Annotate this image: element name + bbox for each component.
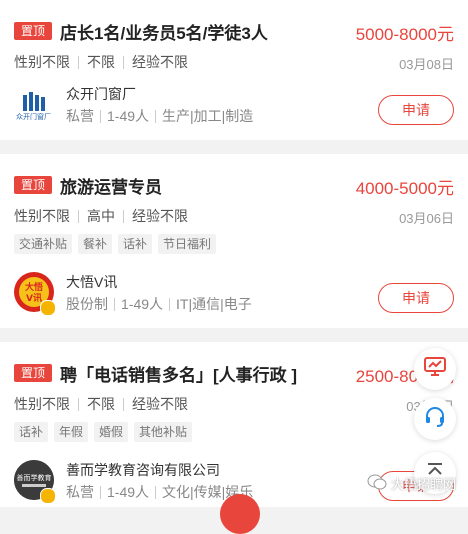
customer-service-button[interactable] — [414, 398, 456, 440]
watermark: 大悟招聘网 — [367, 474, 456, 493]
job-title[interactable]: 旅游运营专员 — [60, 173, 162, 198]
publish-button[interactable] — [414, 348, 456, 390]
benefit-tag: 话补 — [14, 422, 49, 442]
divider — [78, 397, 79, 411]
headset-icon — [423, 405, 447, 434]
floating-action-circle[interactable] — [220, 494, 260, 534]
benefit-tag: 年假 — [54, 422, 89, 442]
verified-badge-icon — [40, 300, 56, 316]
company-name[interactable]: 众开门窗厂 — [66, 84, 136, 104]
salary: 4000-5000元 — [355, 179, 454, 198]
divider — [155, 109, 157, 123]
salary: 5000-8000元 — [355, 25, 454, 44]
logo-caption: 众开门窗厂 — [16, 114, 51, 121]
req-experience: 经验不限 — [132, 396, 188, 412]
benefit-tag: 交通补贴 — [14, 234, 73, 254]
apply-button[interactable]: 申请 — [378, 95, 454, 125]
publish-screen-icon — [423, 356, 447, 383]
company-industry: IT|通信|电子 — [176, 296, 252, 312]
req-gender: 性别不限 — [14, 396, 70, 412]
company-size: 1-49人 — [107, 108, 150, 124]
watermark-text: 大悟招聘网 — [390, 477, 456, 492]
divider — [123, 55, 124, 69]
company-name[interactable]: 大悟V讯 — [66, 272, 117, 292]
svg-text:V讯: V讯 — [26, 292, 42, 304]
job-card[interactable]: 置顶 店长1名/业务员5名/学徒3人 5000-8000元 性别不限 不限 经验… — [0, 0, 468, 140]
divider — [78, 55, 79, 69]
job-title[interactable]: 店长1名/业务员5名/学徒3人 — [60, 19, 268, 44]
req-education: 不限 — [87, 396, 115, 412]
divider — [123, 209, 124, 223]
pinned-badge: 置顶 — [14, 176, 53, 194]
pinned-badge: 置顶 — [14, 364, 53, 382]
benefit-tag: 婚假 — [94, 422, 129, 442]
benefit-tag: 话补 — [118, 234, 153, 254]
req-education: 高中 — [87, 208, 115, 224]
divider — [123, 397, 124, 411]
company-size: 1-49人 — [121, 296, 164, 312]
verified-badge-icon — [40, 488, 56, 504]
svg-text:善而学教育: 善而学教育 — [17, 473, 52, 482]
benefit-tag: 节日福利 — [158, 234, 217, 254]
company-type: 股份制 — [66, 296, 108, 312]
req-experience: 经验不限 — [132, 54, 188, 70]
company-name[interactable]: 善而学教育咨询有限公司 — [66, 460, 220, 480]
post-date: 03月06日 — [399, 211, 454, 226]
wechat-icon — [367, 474, 387, 493]
pinned-badge: 置顶 — [14, 22, 53, 40]
benefit-tag: 其他补贴 — [134, 422, 193, 442]
req-gender: 性别不限 — [14, 54, 70, 70]
svg-text:大悟: 大悟 — [25, 281, 43, 293]
divider — [78, 209, 79, 223]
company-type: 私营 — [66, 484, 94, 500]
req-gender: 性别不限 — [14, 208, 70, 224]
company-size: 1-49人 — [107, 484, 150, 500]
benefit-tag: 餐补 — [78, 234, 113, 254]
post-date: 03月08日 — [399, 57, 454, 72]
divider — [169, 297, 171, 311]
apply-button[interactable]: 申请 — [378, 283, 454, 313]
divider — [100, 485, 101, 499]
req-education: 不限 — [87, 54, 115, 70]
divider — [114, 297, 115, 311]
divider — [100, 109, 101, 123]
divider — [155, 485, 157, 499]
company-industry: 生产|加工|制造 — [162, 108, 254, 124]
company-type: 私营 — [66, 108, 94, 124]
req-experience: 经验不限 — [132, 208, 188, 224]
job-title[interactable]: 聘「电话销售多名」[人事行政 ] — [60, 361, 297, 386]
job-card[interactable]: 置顶 旅游运营专员 4000-5000元 性别不限 高中 经验不限 03月06日… — [0, 154, 468, 328]
